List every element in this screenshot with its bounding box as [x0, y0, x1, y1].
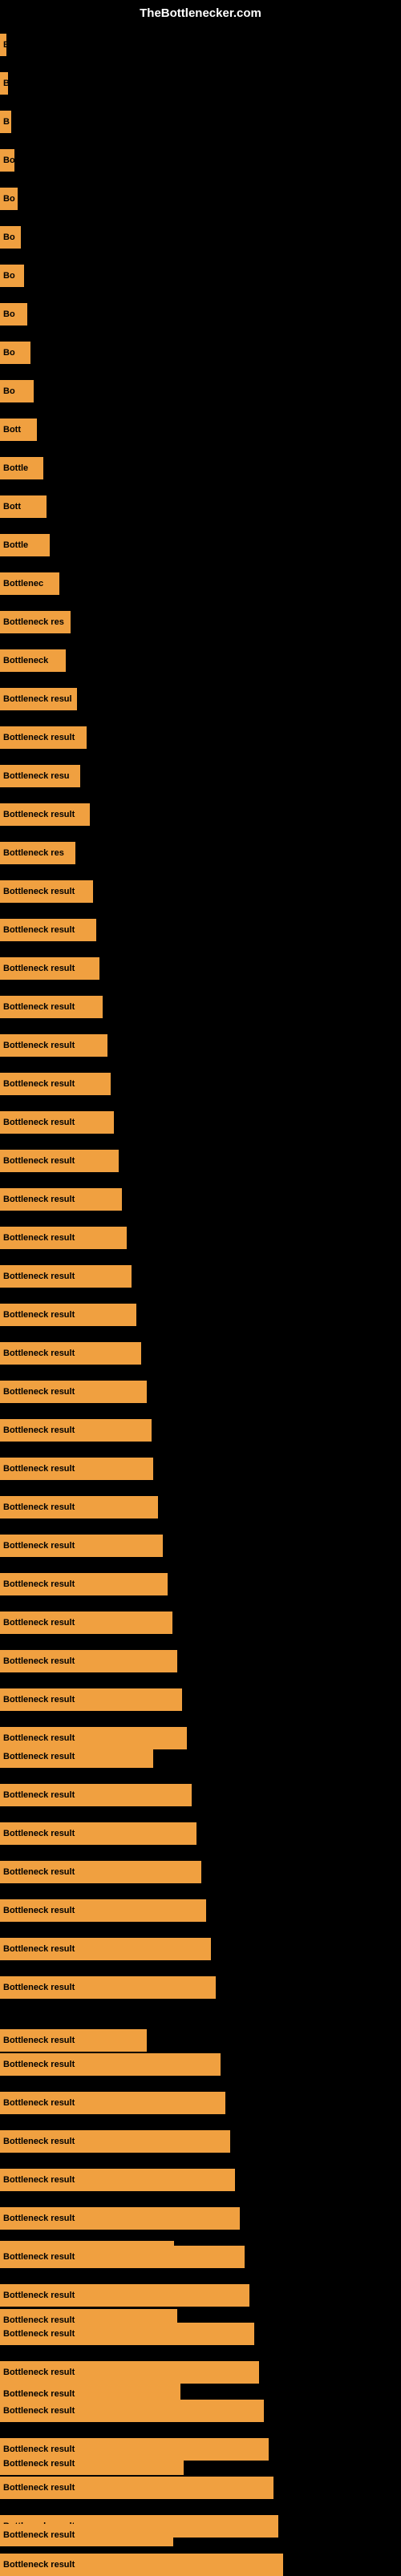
bar-item-1: B — [0, 34, 6, 56]
bar-item-10: Bo — [0, 380, 34, 402]
bar-item-3: B — [0, 111, 11, 133]
bar-item-6: Bo — [0, 226, 21, 249]
bar-item-71: Bottleneck result — [0, 2524, 173, 2546]
bar-item-46: Bottleneck result — [0, 1745, 153, 1768]
bar-item-50: Bottleneck result — [0, 1899, 206, 1922]
bar-item-14: Bottle — [0, 534, 50, 556]
bar-item-47: Bottleneck result — [0, 1784, 192, 1806]
bar-item-35: Bottleneck result — [0, 1342, 141, 1365]
bar-item-36: Bottleneck result — [0, 1381, 147, 1403]
bar-item-33: Bottleneck result — [0, 1265, 132, 1288]
bar-item-31: Bottleneck result — [0, 1188, 122, 1211]
bar-item-29: Bottleneck result — [0, 1111, 114, 1134]
bar-item-52: Bottleneck result — [0, 1976, 216, 1999]
bar-item-66: Bottleneck result — [0, 2400, 264, 2422]
bar-item-61: Bottleneck result — [0, 2284, 249, 2307]
bar-item-8: Bo — [0, 303, 27, 326]
bar-item-54: Bottleneck result — [0, 2053, 221, 2076]
bar-item-68: Bottleneck result — [0, 2453, 184, 2475]
bar-item-5: Bo — [0, 188, 18, 210]
bar-item-72: Bottleneck result — [0, 2554, 283, 2576]
bar-item-25: Bottleneck result — [0, 957, 99, 980]
bar-item-58: Bottleneck result — [0, 2207, 240, 2230]
bar-item-56: Bottleneck result — [0, 2130, 230, 2153]
bar-item-19: Bottleneck result — [0, 726, 87, 749]
bar-item-60: Bottleneck result — [0, 2246, 245, 2268]
site-title: TheBottlenecker.com — [140, 6, 261, 20]
bar-item-51: Bottleneck result — [0, 1938, 211, 1960]
bar-item-28: Bottleneck result — [0, 1073, 111, 1095]
bar-item-11: Bott — [0, 419, 37, 441]
bar-item-7: Bo — [0, 265, 24, 287]
bar-item-23: Bottleneck result — [0, 880, 93, 903]
bar-item-12: Bottle — [0, 457, 43, 479]
bar-item-57: Bottleneck result — [0, 2169, 235, 2191]
bar-item-34: Bottleneck result — [0, 1304, 136, 1326]
bar-item-9: Bo — [0, 342, 30, 364]
bar-item-20: Bottleneck resu — [0, 765, 80, 787]
bar-item-44: Bottleneck result — [0, 1688, 182, 1711]
bar-item-64: Bottleneck result — [0, 2361, 259, 2384]
bar-item-69: Bottleneck result — [0, 2477, 273, 2499]
bar-item-16: Bottleneck res — [0, 611, 71, 633]
bar-item-39: Bottleneck result — [0, 1496, 158, 1519]
bar-item-53: Bottleneck result — [0, 2029, 147, 2052]
bar-item-41: Bottleneck result — [0, 1573, 168, 1595]
bar-item-48: Bottleneck result — [0, 1822, 196, 1845]
bar-item-49: Bottleneck result — [0, 1861, 201, 1883]
bar-item-38: Bottleneck result — [0, 1458, 153, 1480]
bar-item-4: Bo — [0, 149, 14, 172]
bar-item-40: Bottleneck result — [0, 1535, 163, 1557]
bar-item-26: Bottleneck result — [0, 996, 103, 1018]
bar-item-30: Bottleneck result — [0, 1150, 119, 1172]
bar-item-17: Bottleneck — [0, 649, 66, 672]
bar-item-37: Bottleneck result — [0, 1419, 152, 1442]
bar-item-42: Bottleneck result — [0, 1612, 172, 1634]
bar-item-63: Bottleneck result — [0, 2323, 254, 2345]
bar-item-43: Bottleneck result — [0, 1650, 177, 1672]
bar-item-18: Bottleneck resul — [0, 688, 77, 710]
bar-item-15: Bottlenec — [0, 572, 59, 595]
bar-item-13: Bott — [0, 495, 47, 518]
bar-item-55: Bottleneck result — [0, 2092, 225, 2114]
bar-item-27: Bottleneck result — [0, 1034, 107, 1057]
bar-item-22: Bottleneck res — [0, 842, 75, 864]
bar-item-32: Bottleneck result — [0, 1227, 127, 1249]
bar-item-2: B — [0, 72, 8, 95]
bar-item-21: Bottleneck result — [0, 803, 90, 826]
bar-item-24: Bottleneck result — [0, 919, 96, 941]
